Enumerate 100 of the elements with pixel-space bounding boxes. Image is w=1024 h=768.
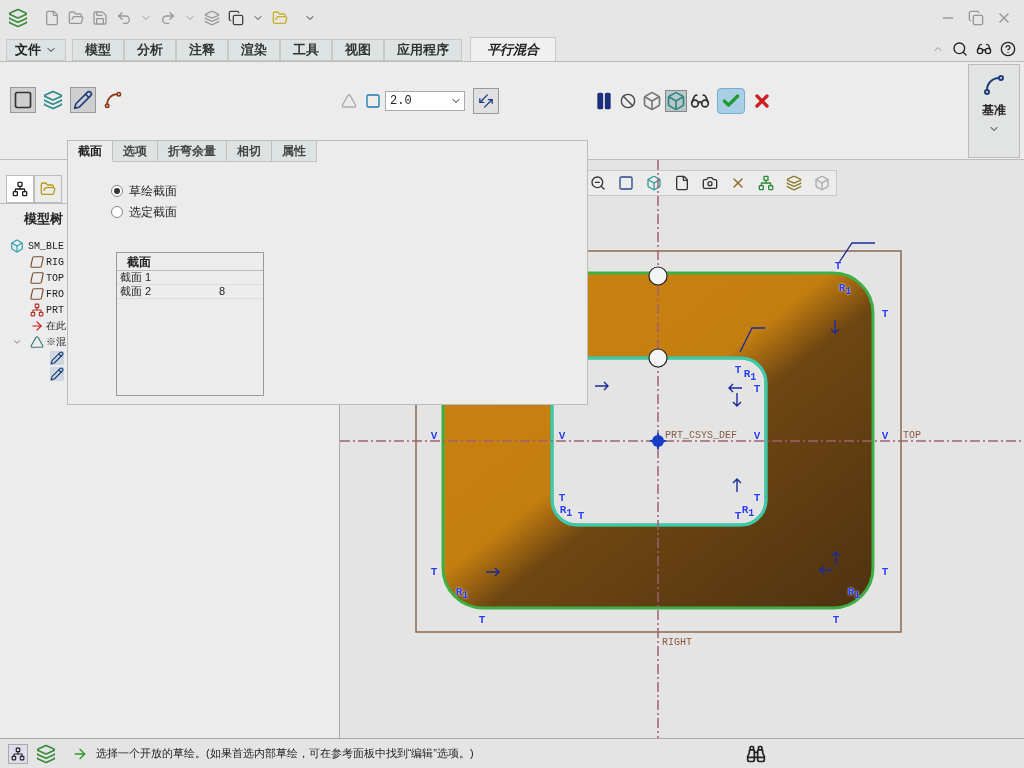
help-icon[interactable] [1000, 40, 1016, 57]
plane-icon [28, 255, 46, 269]
ribbon-tab[interactable]: 注释 [176, 39, 228, 61]
tree-item-label[interactable]: RIG [46, 254, 64, 270]
constraint-mark: T [430, 566, 438, 578]
panel-title: 模型树 [24, 210, 63, 229]
constraint-mark: T [881, 308, 889, 320]
tree-item-label[interactable]: 在此 [46, 318, 66, 334]
feature-type-toggle[interactable] [10, 87, 36, 113]
csys-label: PRT_CSYS_DEF [665, 429, 737, 443]
constraint-mark: T [734, 364, 742, 376]
section-row[interactable]: 截面 2 8 [117, 285, 263, 299]
radio-button[interactable] [111, 185, 123, 197]
panel-tab[interactable]: 折弯余量 [158, 141, 227, 162]
tree-item-label[interactable]: PRT [46, 302, 64, 318]
tree-toggle-icon[interactable] [8, 743, 28, 764]
thickness-icon [365, 93, 381, 109]
drag-handle[interactable] [648, 266, 668, 286]
surface-icon [43, 90, 63, 110]
section-row[interactable]: 截面 1 [117, 271, 263, 285]
flip-direction-button[interactable] [473, 88, 499, 114]
app-logo-icon[interactable] [8, 8, 28, 28]
direction-arrow-icon [485, 567, 500, 577]
pause-icon [594, 91, 614, 111]
constraint-mark: T [478, 614, 486, 626]
windows-icon[interactable] [228, 10, 244, 26]
table-cell-text: 截面 2 [119, 284, 153, 300]
tree-icon [12, 181, 28, 197]
part-icon [10, 239, 24, 253]
new-file-icon[interactable] [44, 10, 60, 26]
ribbon-tab[interactable]: 应用程序 [384, 39, 462, 61]
expand-caret-icon[interactable] [12, 337, 22, 347]
wireframe-icon [642, 91, 662, 111]
csys-icon [30, 303, 44, 317]
no-entry-icon [620, 93, 636, 109]
shaded-box-icon [666, 91, 686, 111]
constraint-mark: T [834, 260, 842, 272]
leader-line [739, 327, 766, 353]
thickness-field[interactable]: 2.0 [385, 91, 465, 111]
constraint-mark: T [832, 614, 840, 626]
ribbon-tab[interactable]: 分析 [124, 39, 176, 61]
ribbon-tab[interactable]: 工具 [280, 39, 332, 61]
preview-toggle[interactable] [665, 90, 687, 112]
constraint-mark: T [881, 566, 889, 578]
radio-label: 选定截面 [129, 204, 177, 221]
open-folder-icon[interactable] [68, 10, 84, 26]
csys-icon [649, 432, 667, 450]
constraint-mark: V [881, 430, 889, 442]
folders-icon [40, 181, 56, 197]
direction-arrow-icon [830, 319, 840, 334]
constraint-mark: T [753, 383, 761, 395]
blend-feature-icon [30, 335, 44, 349]
file-menu-tab[interactable]: 文件 [6, 39, 66, 61]
glasses-icon [690, 91, 710, 111]
restore-icon[interactable] [968, 10, 984, 26]
tree-item-label[interactable]: ※混 [46, 334, 66, 350]
drag-handle[interactable] [648, 348, 668, 368]
ribbon-tab[interactable]: 渲染 [228, 39, 280, 61]
datum-group-button[interactable]: 基准 [968, 64, 1020, 158]
plane-icon [28, 271, 46, 285]
direction-arrow-icon [594, 381, 609, 391]
constraint-mark: V [430, 430, 438, 442]
constraint-mark: T [753, 492, 761, 504]
search-icon[interactable] [952, 40, 968, 57]
radio-button[interactable] [111, 206, 123, 218]
panel-tab[interactable]: 选项 [113, 141, 158, 162]
constraint-mark: V [753, 430, 761, 442]
status-message: 选择一个开放的草绘。(如果首选内部草绘，可在参考面板中找到“编辑”选项。) [96, 746, 474, 762]
confirm-button[interactable] [717, 88, 745, 114]
datum-label: TOP [903, 429, 921, 443]
tree-item-label[interactable]: TOP [46, 270, 64, 286]
sketch-icon [50, 367, 64, 381]
sketch-icon [73, 90, 93, 110]
feature-type-toggle[interactable] [70, 87, 96, 113]
sketch-icon [50, 351, 64, 365]
panel-tab[interactable]: 相切 [227, 141, 272, 162]
tree-item-label[interactable]: SM_BLE [28, 238, 64, 254]
constraint-mark: V [558, 430, 566, 442]
direction-arrow-icon [732, 478, 742, 493]
undo-icon[interactable] [116, 10, 132, 26]
close-icon [752, 91, 772, 111]
plane-icon [28, 287, 46, 301]
binoculars-icon[interactable] [746, 743, 766, 764]
model-tree-tab[interactable] [6, 175, 34, 203]
curve-icon [103, 90, 123, 110]
table-cell-text: 8 [219, 284, 226, 300]
radio-label: 草绘截面 [129, 183, 177, 200]
ribbon-tab[interactable]: 模型 [72, 39, 124, 61]
datum-label: RIGHT [662, 636, 692, 650]
solid-icon [13, 90, 33, 110]
redo-icon[interactable] [160, 10, 176, 26]
panel-tab[interactable]: 属性 [272, 141, 317, 162]
ribbon-tab[interactable]: 视图 [332, 39, 384, 61]
column-header: 截面 [127, 254, 151, 269]
tree-item-label[interactable]: FRO [46, 286, 64, 302]
ribbon-tab[interactable]: 平行混合 [470, 37, 556, 61]
save-icon[interactable] [92, 10, 108, 26]
constraint-mark: T [734, 510, 742, 522]
insert-arrow-icon [30, 319, 44, 333]
preview-toggle[interactable] [641, 90, 663, 112]
